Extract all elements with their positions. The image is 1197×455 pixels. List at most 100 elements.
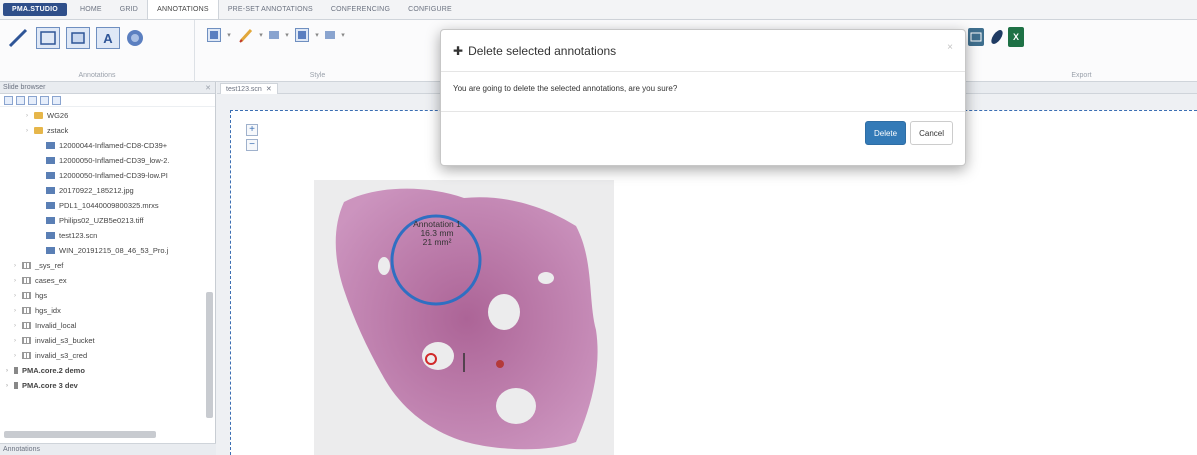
ellipse-tool-icon[interactable] [66,27,90,49]
close-icon[interactable]: × [947,42,953,53]
export-excel-icon[interactable]: X [1008,27,1024,47]
tree-item[interactable]: › hgs_idx [0,303,200,318]
export-link-icon[interactable] [988,28,1006,46]
delete-annotations-dialog: ✚ Delete selected annotations × You are … [440,29,966,166]
move-icon: ✚ [453,43,464,58]
slide-image[interactable]: Annotation 1 16.3 mm 21 mm² [314,180,614,455]
close-icon[interactable]: ✕ [205,84,211,92]
chevron-down-icon[interactable]: ▾ [257,31,265,39]
expand-arrow-icon[interactable]: › [26,128,34,134]
tree-item[interactable]: 20170922_185212.jpg [0,183,200,198]
root-folder-icon [22,352,31,359]
tree-item-label: invalid_s3_bucket [35,336,95,345]
tree-item[interactable]: Philips02_UZB5e0213.tiff [0,213,200,228]
tab-preset-annotations[interactable]: PRE-SET ANNOTATIONS [219,0,322,19]
tree-item[interactable]: › zstack [0,123,200,138]
pen-color-icon[interactable] [237,26,255,44]
slide-icon [46,232,55,239]
grid-view-icon[interactable] [40,95,49,105]
tree-item-label: hgs_idx [35,306,61,315]
tree-item[interactable]: › Invalid_local [0,318,200,333]
delete-button[interactable]: Delete [864,121,907,145]
export-image-icon[interactable] [968,28,984,46]
expand-arrow-icon[interactable]: › [14,308,22,314]
annotation-label: Annotation 1 16.3 mm 21 mm² [397,220,477,247]
tab-pma-studio[interactable]: PMA.STUDIO [3,3,67,16]
expand-arrow-icon[interactable]: › [26,113,34,119]
tree-item-label: zstack [47,126,69,135]
expand-arrow-icon[interactable]: › [14,278,22,284]
tree-item[interactable]: › invalid_s3_cred [0,348,200,363]
tree-item-label: cases_ex [35,276,67,285]
expand-arrow-icon[interactable]: › [14,338,22,344]
opacity-icon[interactable] [325,31,335,39]
fill-color-icon[interactable] [295,28,309,42]
tree-item[interactable]: › PMA.core.2 demo [0,363,200,378]
dialog-footer: Delete Cancel [864,121,953,145]
slide-icon [46,202,55,209]
tree-item-label: _sys_ref [35,261,64,270]
tree-item[interactable]: › WG26 [0,108,200,123]
tab-grid[interactable]: GRID [111,0,147,19]
slide-icon [46,217,55,224]
tree-item[interactable]: 12000044-Inflamed-CD8-CD39+ [0,138,200,153]
expand-arrow-icon[interactable]: › [6,368,14,374]
tree-item-label: PMA.core.2 demo [22,366,85,375]
close-icon[interactable]: ✕ [266,85,272,93]
tree-item[interactable]: › _sys_ref [0,258,200,273]
refresh-icon[interactable] [16,95,25,105]
tree-item[interactable]: › hgs [0,288,200,303]
vertical-scrollbar[interactable] [206,292,213,418]
tree-item-label: 20170922_185212.jpg [59,186,134,195]
text-tool-icon[interactable]: A [96,27,120,49]
list-view-icon[interactable] [52,95,61,105]
rectangle-tool-icon[interactable] [36,27,60,49]
expand-arrow-icon[interactable]: › [14,263,22,269]
tree-item[interactable]: 12000050-Inflamed-CD39_low-2. [0,153,200,168]
expand-arrow-icon[interactable]: › [14,353,22,359]
root-folder-icon [22,292,31,299]
tree-item[interactable]: › invalid_s3_bucket [0,333,200,348]
tab-conferencing[interactable]: CONFERENCING [322,0,399,19]
tab-annotations[interactable]: ANNOTATIONS [147,0,219,19]
ribbon-group-label: Style [309,72,326,79]
ribbon-group-label: Annotations [78,72,116,79]
expand-arrow-icon[interactable]: › [14,293,22,299]
slide-icon [46,172,55,179]
chevron-down-icon[interactable]: ▾ [283,31,291,39]
line-width-icon[interactable] [269,31,279,39]
tree-item-label: Invalid_local [35,321,77,330]
zoom-in-button[interactable]: + [246,124,258,136]
tree-item[interactable]: 12000050-Inflamed-CD39-low.PI [0,168,200,183]
ribbon-group-export: X Export [966,20,1197,82]
tab-slide-viewer[interactable]: test123.scn ✕ [220,83,278,94]
expand-arrow-icon[interactable]: › [14,323,22,329]
expand-arrow-icon[interactable]: › [6,383,14,389]
dialog-title: Delete selected annotations [468,43,617,58]
cancel-button[interactable]: Cancel [910,121,953,145]
annotation-point[interactable] [496,360,504,368]
link-icon[interactable] [28,95,37,105]
tree-item[interactable]: › PMA.core 3 dev [0,378,200,393]
zoom-out-button[interactable]: − [246,139,258,151]
root-folder-icon [22,307,31,314]
freehand-tool-icon[interactable] [6,26,30,50]
dialog-header[interactable]: ✚ Delete selected annotations [441,30,965,72]
folder-icon [34,127,43,134]
tree-item[interactable]: test123.scn [0,228,200,243]
tree-item[interactable]: WIN_20191215_08_46_53_Pro.j [0,243,200,258]
chevron-down-icon[interactable]: ▾ [225,31,233,39]
ribbon-group-label: Export [1071,72,1092,79]
folder-icon [34,112,43,119]
tab-configure[interactable]: CONFIGURE [399,0,461,19]
collapse-icon[interactable] [4,95,13,105]
tree-item-label: 12000050-Inflamed-CD39_low-2. [59,156,170,165]
tree-item[interactable]: › cases_ex [0,273,200,288]
line-style-icon[interactable] [207,28,221,42]
chevron-down-icon[interactable]: ▾ [339,31,347,39]
horizontal-scrollbar[interactable] [4,431,156,438]
chevron-down-icon[interactable]: ▾ [313,31,321,39]
tab-home[interactable]: HOME [71,0,111,19]
tree-item[interactable]: PDL1_10440009800325.mrxs [0,198,200,213]
grid-tool-icon[interactable] [124,27,146,49]
